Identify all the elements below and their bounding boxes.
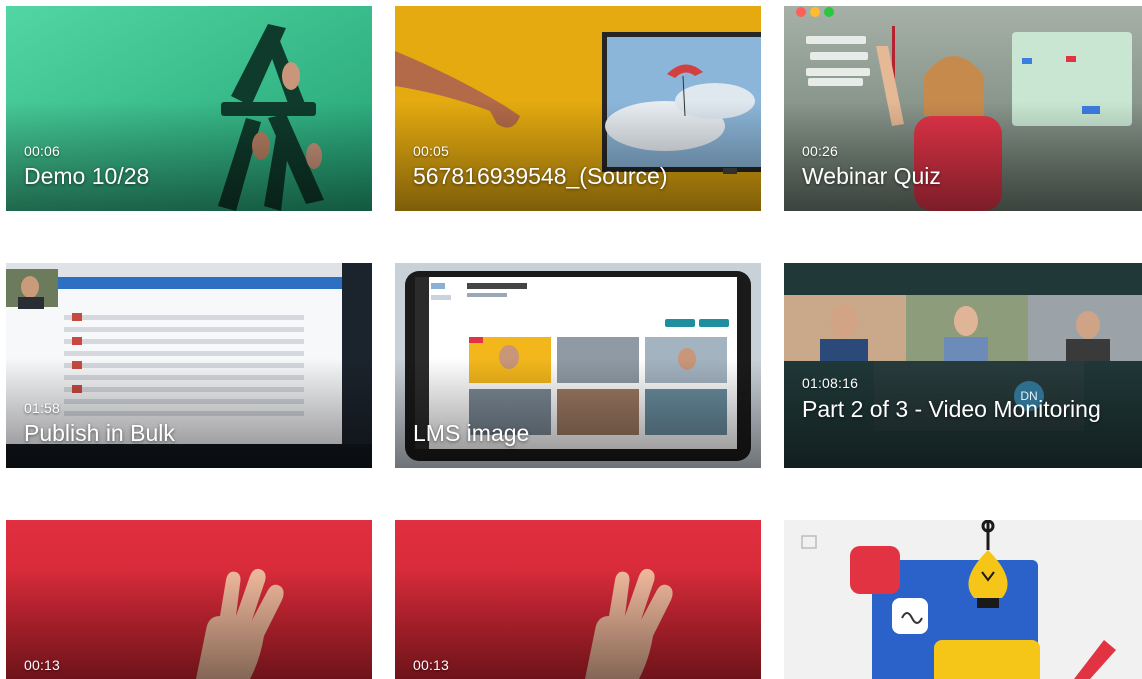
media-title[interactable]: LMS image: [413, 421, 743, 445]
thumbnail-overlay: [395, 569, 761, 679]
media-card[interactable]: 00:13: [6, 520, 372, 679]
media-title[interactable]: Demo 10/28: [24, 164, 354, 188]
media-title[interactable]: Part 2 of 3 - Video Monitoring: [802, 397, 1132, 421]
thumbnail-overlay: [395, 358, 761, 468]
media-card[interactable]: 00:26 Webinar Quiz: [784, 6, 1142, 211]
thumbnail-overlay: [395, 101, 761, 211]
duration-label: 00:06: [24, 143, 61, 159]
duration-label: 01:08:16: [802, 375, 859, 391]
media-card[interactable]: 00:13: [395, 520, 761, 679]
thumbnail-overlay: [6, 569, 372, 679]
media-card[interactable]: LMS image: [395, 263, 761, 468]
media-card[interactable]: 00:06 Demo 10/28: [6, 6, 372, 211]
duration-label: 01:58: [24, 400, 61, 416]
media-card[interactable]: DN 01:08:16 Part 2 of 3 - Video Monitori…: [784, 263, 1142, 468]
duration-label: 00:05: [413, 143, 450, 159]
media-title[interactable]: 567816939548_(Source): [413, 164, 743, 188]
duration-label: 00:13: [413, 657, 450, 673]
media-card[interactable]: 01:58 Publish in Bulk: [6, 263, 372, 468]
media-title[interactable]: Webinar Quiz: [802, 164, 1132, 188]
media-gallery-grid: 00:06 Demo 10/28 00:05 567816939548_(Sou…: [0, 0, 1142, 679]
thumbnail-image: [784, 520, 1142, 679]
media-card[interactable]: 00:05 567816939548_(Source): [395, 6, 761, 211]
thumbnail-overlay: [6, 358, 372, 468]
duration-label: 00:26: [802, 143, 839, 159]
media-title[interactable]: Publish in Bulk: [24, 421, 354, 445]
media-card[interactable]: [784, 520, 1142, 679]
thumbnail-overlay: [6, 101, 372, 211]
duration-label: 00:13: [24, 657, 61, 673]
